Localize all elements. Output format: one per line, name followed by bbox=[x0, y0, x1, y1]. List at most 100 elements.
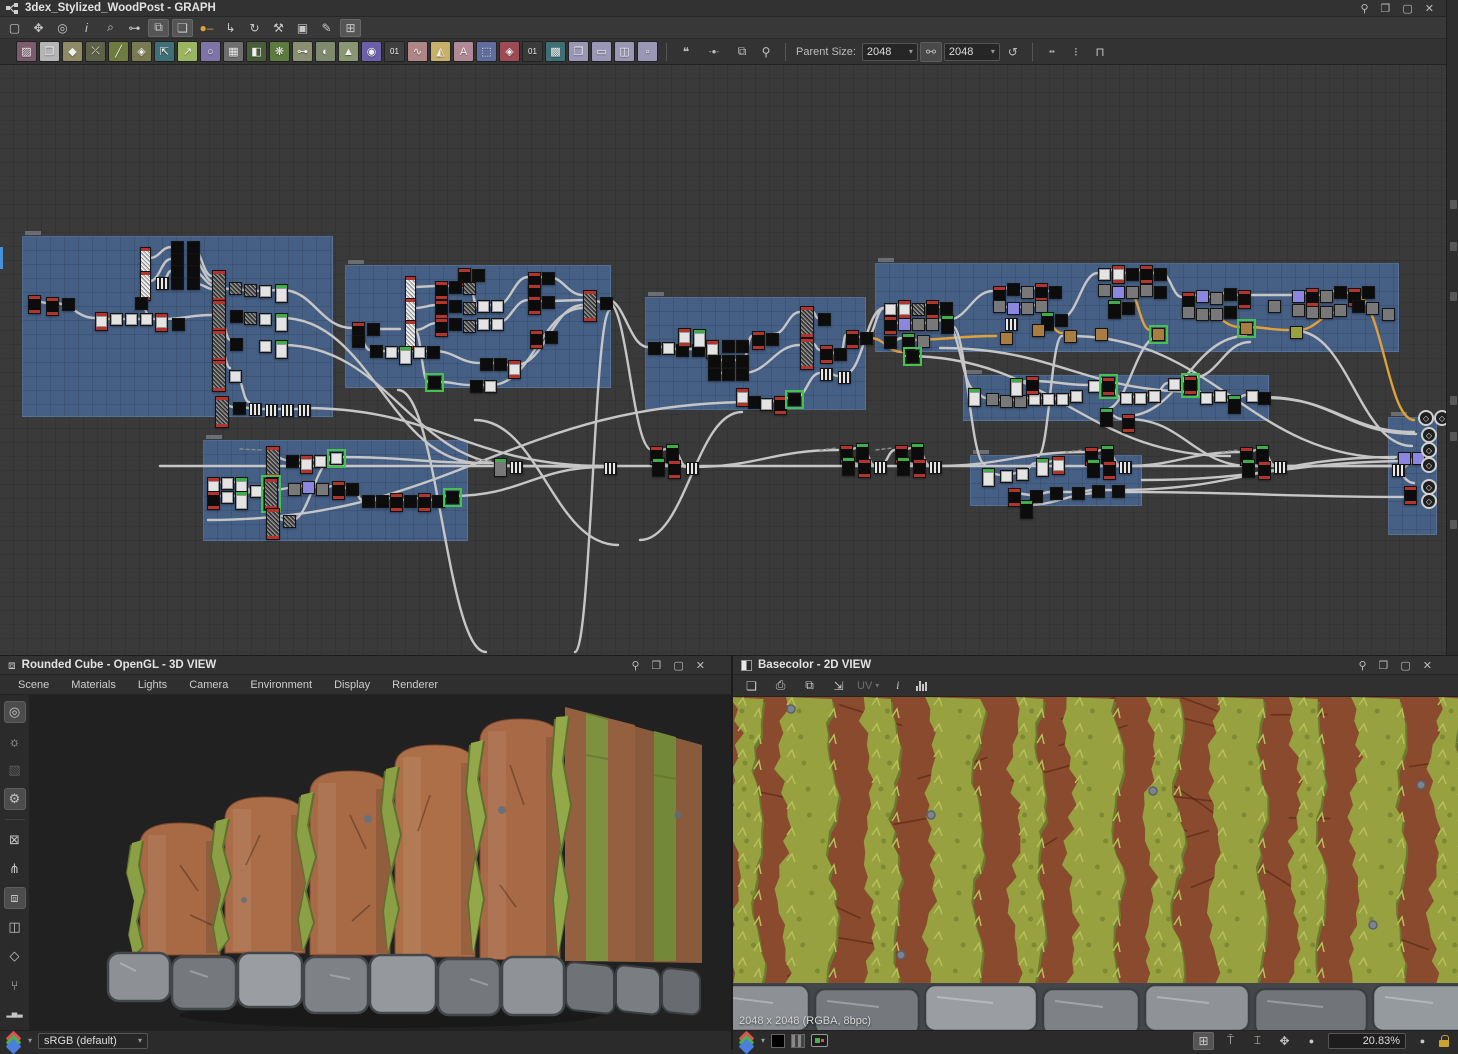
histogram-icon[interactable] bbox=[916, 680, 928, 691]
blur-node[interactable]: ◆ bbox=[62, 41, 83, 62]
graph-node[interactable] bbox=[327, 449, 346, 468]
texture-2d-canvas[interactable]: 2048 x 2048 (RGBA, 8bpc) bbox=[733, 697, 1458, 1031]
graph-node[interactable] bbox=[28, 295, 41, 314]
graph-node[interactable] bbox=[708, 368, 721, 381]
graph-node[interactable] bbox=[1087, 459, 1100, 478]
graph-node[interactable] bbox=[480, 358, 493, 371]
graph-node[interactable] bbox=[842, 457, 855, 476]
graph-node[interactable] bbox=[1306, 306, 1319, 319]
pin-link-icon[interactable]: -●- bbox=[699, 42, 729, 62]
graph-node[interactable] bbox=[820, 368, 833, 381]
tiling-swatch[interactable] bbox=[791, 1033, 806, 1048]
output-node[interactable]: ◇ bbox=[1421, 493, 1437, 509]
close-icon[interactable]: ✕ bbox=[1425, 2, 1434, 15]
reset-size-icon[interactable]: ↺ bbox=[1002, 42, 1024, 62]
graph-node[interactable] bbox=[283, 515, 296, 528]
text-node[interactable]: A bbox=[453, 41, 474, 62]
cube-solid-icon[interactable]: ⧈ bbox=[3, 887, 26, 909]
ambient-occlusion-node[interactable]: ◐ bbox=[315, 41, 336, 62]
maximize-icon[interactable]: ▢ bbox=[673, 659, 683, 672]
graph-node[interactable] bbox=[968, 388, 981, 407]
graph-node[interactable] bbox=[1049, 286, 1062, 299]
graph-node[interactable] bbox=[1196, 308, 1209, 321]
histogram-node[interactable]: ▲ bbox=[338, 41, 359, 62]
uv-dropdown[interactable]: UV ▾ bbox=[857, 680, 879, 692]
graph-node[interactable] bbox=[491, 318, 504, 331]
info-icon[interactable]: i bbox=[887, 677, 908, 695]
fill-node[interactable]: ◈ bbox=[499, 41, 520, 62]
graph-node[interactable] bbox=[1112, 485, 1125, 498]
brush-dropdown-icon[interactable]: ✎ bbox=[316, 19, 337, 37]
graph-node[interactable] bbox=[235, 491, 248, 510]
graph-node[interactable] bbox=[1404, 486, 1417, 505]
graph-node[interactable] bbox=[1108, 300, 1121, 319]
graph-node[interactable] bbox=[1026, 376, 1039, 395]
graph-node[interactable] bbox=[678, 328, 691, 347]
graph-node[interactable] bbox=[1382, 308, 1395, 321]
graph-node[interactable] bbox=[281, 404, 294, 417]
graph-node[interactable] bbox=[1050, 487, 1063, 500]
export-icon[interactable]: ⇲ bbox=[828, 677, 849, 695]
graph-node[interactable] bbox=[399, 346, 412, 365]
comment-icon[interactable]: ❝ bbox=[675, 42, 697, 62]
graph-node[interactable] bbox=[1334, 304, 1347, 317]
graph-node[interactable] bbox=[1292, 290, 1305, 303]
graph-node[interactable] bbox=[917, 335, 930, 348]
graph-node[interactable] bbox=[1021, 302, 1034, 315]
graph-node[interactable] bbox=[140, 313, 153, 326]
graph-node[interactable] bbox=[244, 284, 257, 297]
graph-node[interactable] bbox=[288, 483, 301, 496]
graph-node[interactable] bbox=[1100, 408, 1113, 427]
graph-node[interactable] bbox=[1007, 302, 1020, 315]
axes-icon[interactable]: ⋔ bbox=[4, 858, 26, 880]
spline-node[interactable]: ∿ bbox=[407, 41, 428, 62]
graph-node[interactable] bbox=[1149, 325, 1168, 344]
graph-node[interactable] bbox=[212, 270, 226, 302]
curve-node[interactable]: ╱ bbox=[108, 41, 129, 62]
maximize-icon[interactable]: ▢ bbox=[1402, 2, 1412, 15]
graph-node[interactable] bbox=[110, 313, 123, 326]
make-it-tile-node[interactable]: ▩ bbox=[545, 41, 566, 62]
magnet-snap-icon[interactable]: ⊓ bbox=[1089, 42, 1111, 62]
graph-node[interactable] bbox=[766, 333, 779, 346]
wireframe-cube-icon[interactable]: ⊠ bbox=[4, 829, 26, 851]
graph-node[interactable] bbox=[982, 468, 995, 487]
float-window-icon[interactable]: ❐ bbox=[1379, 659, 1389, 672]
graph-node[interactable] bbox=[926, 318, 939, 331]
graph-node[interactable] bbox=[542, 296, 555, 309]
graph-node[interactable] bbox=[1000, 332, 1013, 345]
crop-node[interactable]: ⬚ bbox=[476, 41, 497, 62]
graph-node[interactable] bbox=[874, 461, 887, 474]
graph-node[interactable] bbox=[846, 330, 859, 349]
graph-node[interactable] bbox=[940, 302, 953, 315]
graph-node[interactable] bbox=[913, 459, 926, 478]
zoom-out-icon[interactable]: ● bbox=[1301, 1032, 1322, 1050]
graph-node[interactable] bbox=[1258, 392, 1271, 405]
graph-node[interactable] bbox=[510, 461, 523, 474]
node-align-icon[interactable]: ⁝ bbox=[1065, 42, 1087, 62]
graph-node[interactable] bbox=[1056, 393, 1069, 406]
splatter-node[interactable]: ❋ bbox=[269, 41, 290, 62]
graph-node[interactable] bbox=[545, 331, 558, 344]
graph-node[interactable] bbox=[686, 462, 699, 475]
graph-node[interactable] bbox=[413, 346, 426, 359]
graph-node[interactable] bbox=[1095, 328, 1108, 341]
graph-node[interactable] bbox=[722, 355, 735, 368]
turntable-icon[interactable]: ⑂ bbox=[4, 974, 26, 996]
graph-node[interactable] bbox=[708, 355, 721, 368]
timer-dropdown-icon[interactable]: ↻ bbox=[244, 19, 265, 37]
graph-node[interactable] bbox=[1088, 380, 1101, 393]
graph-node[interactable] bbox=[1126, 286, 1139, 299]
svg-node[interactable]: ❐ bbox=[39, 41, 60, 62]
image-env-icon[interactable]: ▧ bbox=[4, 759, 26, 781]
graph-node[interactable] bbox=[1237, 319, 1256, 338]
graph-node[interactable] bbox=[463, 282, 476, 295]
graph-node[interactable] bbox=[693, 329, 706, 348]
graph-node[interactable] bbox=[1168, 378, 1181, 391]
graph-node[interactable] bbox=[449, 300, 462, 313]
transform-node[interactable]: ⇱ bbox=[154, 41, 175, 62]
directional-warp-node[interactable]: ↗ bbox=[177, 41, 198, 62]
layers-icon[interactable] bbox=[738, 1030, 755, 1054]
graph-node[interactable] bbox=[898, 300, 911, 319]
graph-node[interactable] bbox=[1334, 286, 1347, 299]
